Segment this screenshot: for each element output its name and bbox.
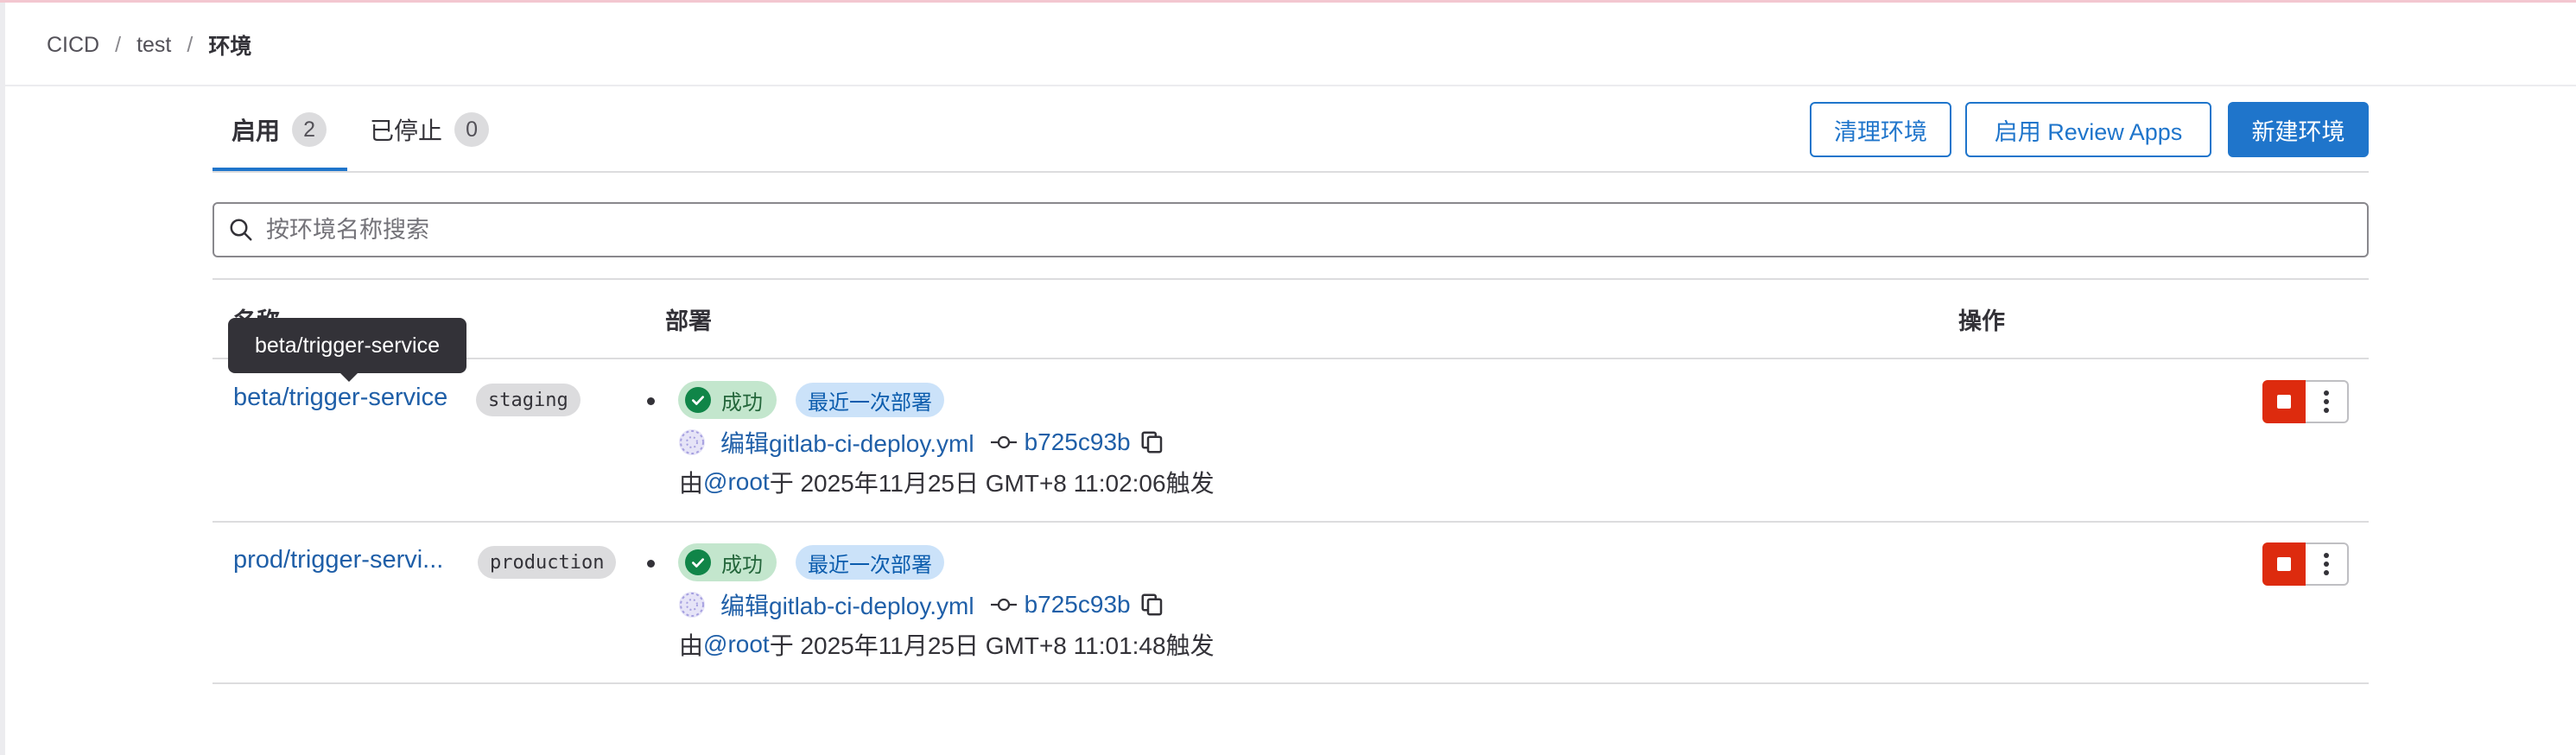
commit-icon	[990, 598, 1017, 612]
meta-by: 由	[679, 632, 704, 659]
tab-stopped-label: 已停止	[370, 117, 443, 144]
breadcrumb-group[interactable]: CICD	[47, 33, 99, 58]
deploy-time: 于 2025年11月25日 GMT+8 11:02:06	[769, 470, 1166, 497]
more-actions-button[interactable]	[2306, 380, 2349, 423]
copy-icon[interactable]	[1139, 429, 1165, 455]
breadcrumb-separator: /	[115, 32, 122, 57]
commit-sha-link[interactable]: b725c93b	[1025, 428, 1131, 456]
deploy-meta: 由 @root 于 2025年11月25日 GMT+8 11:01:48 触发	[679, 628, 1215, 661]
breadcrumb: CICD / test / 环境	[47, 29, 251, 60]
search-box	[213, 202, 2369, 257]
environment-name-link[interactable]: prod/trigger-servi...	[233, 546, 443, 574]
column-header-actions: 操作	[1958, 308, 2005, 334]
new-environment-button[interactable]: 新建环境	[2228, 102, 2369, 157]
latest-deployment-badge: 最近一次部署	[796, 383, 944, 417]
commit-icon	[990, 435, 1017, 449]
header-row-border	[213, 358, 2369, 359]
status-badge[interactable]: 成功	[678, 543, 777, 581]
table-bottom-border	[213, 682, 2369, 684]
search-icon	[230, 219, 252, 241]
breadcrumb-current[interactable]: 环境	[208, 29, 251, 60]
commit-title-link[interactable]: 编辑gitlab-ci-deploy.yml	[720, 425, 974, 460]
latest-deployment-badge: 最近一次部署	[796, 545, 944, 580]
tabs-divider	[213, 171, 2369, 173]
status-badge[interactable]: 成功	[678, 381, 777, 419]
tooltip-arrow	[340, 373, 358, 382]
tab-stopped[interactable]: 已停止 0	[370, 107, 490, 152]
deploy-meta: 由 @root 于 2025年11月25日 GMT+8 11:02:06 触发	[679, 466, 1215, 498]
tier-badge: production	[478, 546, 617, 579]
more-actions-button[interactable]	[2306, 542, 2349, 586]
status-text: 成功	[721, 553, 763, 577]
sidebar-edge	[0, 3, 5, 755]
commit-title-link[interactable]: 编辑gitlab-ci-deploy.yml	[720, 587, 974, 622]
tab-stopped-count: 0	[454, 112, 490, 147]
stop-icon	[2277, 395, 2291, 409]
trigger-action: 触发	[1165, 632, 1215, 659]
user-link[interactable]: @root	[703, 468, 770, 496]
avatar-icon	[679, 592, 705, 618]
commit-line: 编辑gitlab-ci-deploy.yml b725c93b	[679, 588, 1165, 621]
enable-review-apps-button[interactable]: 启用 Review Apps	[1965, 102, 2211, 157]
tier-badge: staging	[476, 384, 581, 416]
stop-environment-button[interactable]	[2262, 542, 2306, 586]
header-divider	[5, 85, 2576, 86]
search-input[interactable]	[264, 215, 2324, 244]
user-link[interactable]: @root	[703, 631, 770, 658]
check-circle-icon	[685, 549, 711, 575]
breadcrumb-project[interactable]: test	[136, 33, 171, 58]
clean-environments-button[interactable]: 清理环境	[1810, 102, 1951, 157]
table-top-border	[213, 278, 2369, 280]
deploy-time: 于 2025年11月25日 GMT+8 11:01:48	[769, 632, 1166, 659]
row-divider	[213, 521, 2369, 523]
tab-active[interactable]: 启用 2	[232, 107, 327, 152]
check-circle-icon	[685, 387, 711, 413]
status-text: 成功	[721, 390, 763, 415]
tab-active-count: 2	[292, 112, 327, 147]
commit-sha-link[interactable]: b725c93b	[1025, 591, 1131, 619]
list-bullet	[647, 560, 655, 568]
commit-line: 编辑gitlab-ci-deploy.yml b725c93b	[679, 426, 1165, 459]
trigger-action: 触发	[1165, 470, 1215, 497]
stop-environment-button[interactable]	[2262, 380, 2306, 423]
kebab-icon	[2324, 390, 2329, 396]
tab-active-label: 启用	[232, 117, 281, 144]
top-accent-line	[0, 0, 2576, 3]
stop-icon	[2277, 557, 2291, 571]
list-bullet	[647, 397, 655, 405]
column-header-deploy: 部署	[665, 308, 712, 334]
meta-by: 由	[679, 470, 704, 497]
environment-name-tooltip: beta/trigger-service	[228, 318, 466, 373]
avatar-icon	[679, 429, 705, 455]
copy-icon[interactable]	[1139, 592, 1165, 618]
environment-name-link[interactable]: beta/trigger-service	[233, 384, 447, 412]
breadcrumb-separator: /	[187, 32, 194, 57]
kebab-icon	[2324, 553, 2329, 558]
